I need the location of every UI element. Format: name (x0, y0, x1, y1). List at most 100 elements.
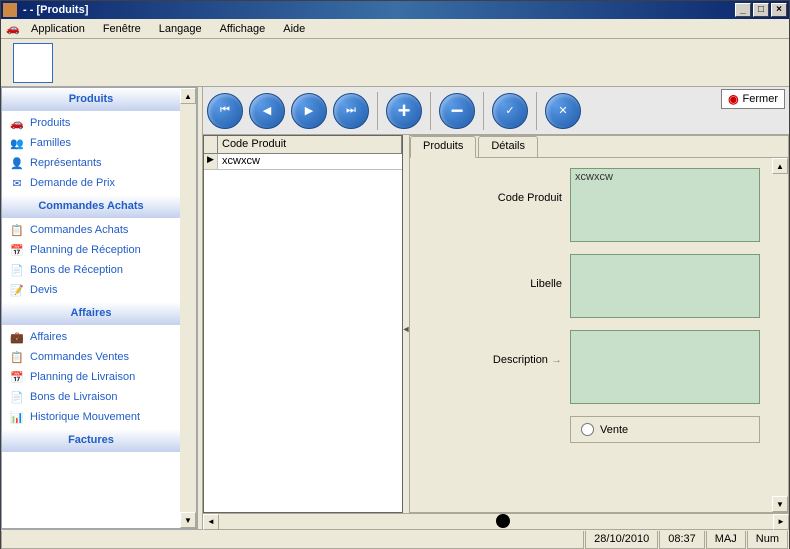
tab-details[interactable]: Détails (478, 136, 538, 157)
sidebar-item-bons-reception[interactable]: 📄Bons de Réception (2, 260, 180, 280)
remove-record-button[interactable]: − (439, 93, 475, 129)
sidebar-item-bons-livraison[interactable]: 📄Bons de Livraison (2, 387, 180, 407)
fermer-button[interactable]: ◉ Fermer (721, 89, 785, 109)
stop-icon: ◉ (728, 92, 738, 106)
scroll-thumb[interactable] (496, 514, 510, 528)
menu-affichage[interactable]: Affichage (212, 21, 274, 37)
separator (430, 92, 431, 130)
add-record-button[interactable]: + (386, 93, 422, 129)
app-menu-icon: 🚗 (5, 22, 21, 36)
grid-selector-header[interactable] (204, 136, 218, 153)
prev-record-button[interactable]: ◀ (249, 93, 285, 129)
person-icon: 👤 (10, 156, 24, 170)
sidebar-scrollbar[interactable]: ▲ ▼ (180, 88, 196, 528)
first-record-button[interactable]: ⏮ (207, 93, 243, 129)
close-button[interactable]: × (771, 3, 787, 17)
section-header-commandes-achats[interactable]: Commandes Achats (2, 195, 180, 218)
toolbar-area (1, 39, 789, 87)
tabs: Produits Détails (410, 136, 788, 158)
radio-vente-input[interactable] (581, 423, 594, 436)
sidebar-item-label: Produits (30, 117, 70, 129)
menu-aide[interactable]: Aide (275, 21, 313, 37)
scroll-right-button[interactable]: ► (773, 514, 789, 530)
sidebar-item-label: Représentants (30, 157, 102, 169)
horizontal-scrollbar[interactable]: ◄ ► (203, 513, 789, 529)
people-icon: 👥 (10, 136, 24, 150)
confirm-button[interactable]: ✓ (492, 93, 528, 129)
tab-produits[interactable]: Produits (410, 136, 476, 158)
radio-vente-label: Vente (600, 424, 628, 436)
note-icon: 📝 (10, 283, 24, 297)
label-libelle: Libelle (420, 254, 570, 290)
separator (483, 92, 484, 130)
minimize-button[interactable]: _ (735, 3, 751, 17)
sidebar-item-planning-livraison[interactable]: 📅 Planning de Livraison (2, 367, 180, 387)
scroll-track[interactable] (219, 514, 773, 530)
clipboard-icon: 📋 (10, 223, 24, 237)
sidebar-item-label: Commandes Ventes (30, 351, 129, 363)
cancel-button[interactable]: ✕ (545, 93, 581, 129)
sidebar-item-commandes-ventes[interactable]: 📋 Commandes Ventes (2, 347, 180, 367)
sidebar-item-commandes-achats[interactable]: 📋Commandes Achats (2, 220, 180, 240)
scroll-left-button[interactable]: ◄ (203, 514, 219, 530)
menu-fenetre[interactable]: Fenêtre (95, 21, 149, 37)
scroll-up-button[interactable]: ▲ (180, 88, 196, 104)
sidebar-item-affaires[interactable]: 💼Affaires (2, 327, 180, 347)
sidebar-item-label: Planning de Réception (30, 244, 141, 256)
sidebar-item-produits[interactable]: 🚗 Produits (2, 113, 180, 133)
last-record-button[interactable]: ⏭ (333, 93, 369, 129)
record-grid: Code Produit ▶ xcwxcw (203, 135, 403, 513)
field-libelle[interactable] (570, 254, 760, 318)
document-icon: 📄 (10, 263, 24, 277)
window-titlebar: - - [Produits] _ □ × (1, 1, 789, 19)
grid-splitter[interactable]: ◄ (403, 135, 409, 513)
sidebar: Produits 🚗 Produits 👥Familles 👤 Représenta… (1, 87, 197, 529)
calendar-icon: 📅 (10, 370, 24, 384)
scroll-down-button[interactable]: ▼ (180, 512, 196, 528)
arrow-right-icon: → (551, 354, 562, 366)
scroll-down-button[interactable]: ▼ (772, 496, 788, 512)
sidebar-item-label: Planning de Livraison (30, 371, 135, 383)
detail-form-panel: Produits Détails Code Produit xcwxcw Lib… (409, 135, 789, 513)
grid-row[interactable]: ▶ xcwxcw (204, 154, 402, 170)
document-thumbnail[interactable] (13, 43, 53, 83)
grid-cell-code: xcwxcw (218, 154, 402, 169)
label-spacer (420, 416, 570, 440)
next-record-button[interactable]: ▶ (291, 93, 327, 129)
menu-langage[interactable]: Langage (151, 21, 210, 37)
radio-vente[interactable]: Vente (581, 423, 749, 436)
sidebar-item-historique[interactable]: 📊Historique Mouvement (2, 407, 180, 427)
clipboard-icon: 📋 (10, 350, 24, 364)
radio-group-type: Vente (570, 416, 760, 443)
section-header-affaires[interactable]: Affaires (2, 302, 180, 325)
label-code-produit: Code Produit (420, 168, 570, 204)
status-date: 28/10/2010 (585, 531, 658, 549)
statusbar: 28/10/2010 08:37 MAJ Num (1, 529, 789, 549)
scroll-up-button[interactable]: ▲ (772, 158, 788, 174)
sidebar-item-label: Devis (30, 284, 58, 296)
chart-icon: 📊 (10, 410, 24, 424)
section-header-factures[interactable]: Factures (2, 429, 180, 452)
mail-icon: ✉ (10, 176, 24, 190)
sidebar-item-devis[interactable]: 📝 Devis (2, 280, 180, 300)
status-message (1, 531, 584, 549)
sidebar-item-familles[interactable]: 👥Familles (2, 133, 180, 153)
sidebar-item-planning-reception[interactable]: 📅Planning de Réception (2, 240, 180, 260)
form-scrollbar[interactable]: ▲ ▼ (772, 158, 788, 512)
car-icon: 🚗 (10, 116, 24, 130)
section-header-produits[interactable]: Produits (2, 88, 180, 111)
navigation-toolbar: ⏮ ◀ ▶ ⏭ + − ✓ ✕ ◉ Fermer (203, 87, 789, 135)
grid-header: Code Produit (204, 136, 402, 154)
status-time: 08:37 (659, 531, 705, 549)
sidebar-item-representants[interactable]: 👤 Représentants (2, 153, 180, 173)
menu-application[interactable]: Application (23, 21, 93, 37)
status-caps: MAJ (706, 531, 746, 549)
sidebar-item-demande-prix[interactable]: ✉Demande de Prix (2, 173, 180, 193)
menubar: 🚗 Application Fenêtre Langage Affichage … (1, 19, 789, 39)
form-content: Code Produit xcwxcw Libelle Description … (410, 158, 788, 512)
field-code-produit[interactable]: xcwxcw (570, 168, 760, 242)
field-description[interactable] (570, 330, 760, 404)
maximize-button[interactable]: □ (753, 3, 769, 17)
grid-column-code-produit[interactable]: Code Produit (218, 136, 402, 153)
separator (377, 92, 378, 130)
